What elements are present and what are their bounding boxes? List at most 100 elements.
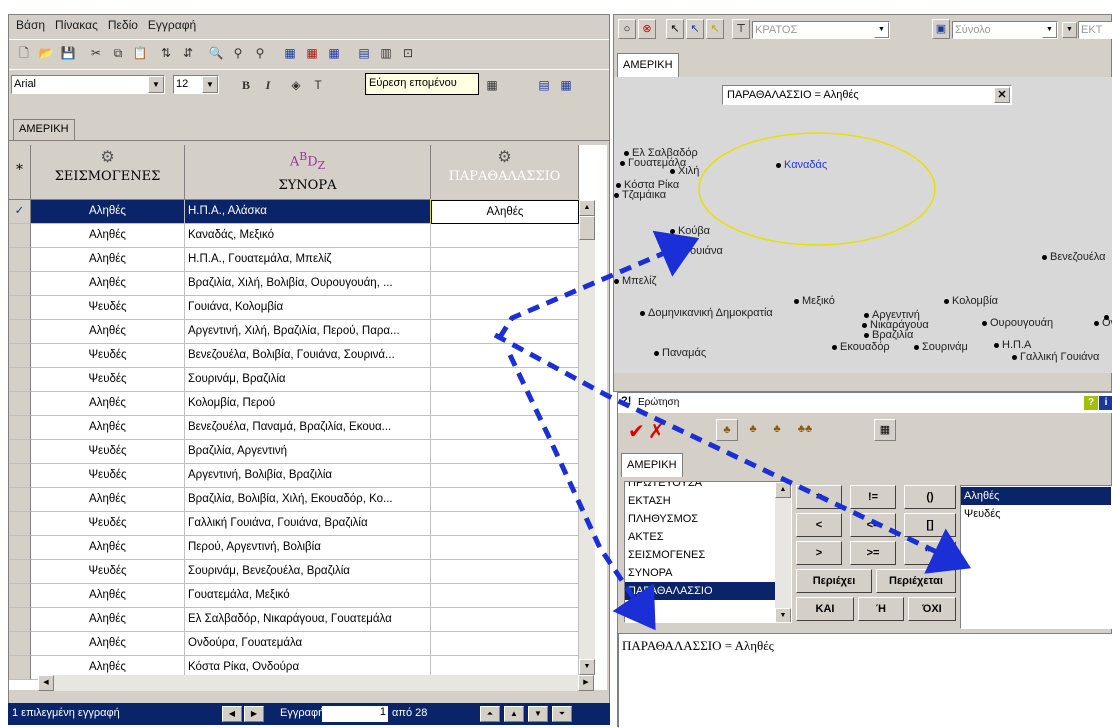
op-less-button[interactable]: <	[796, 513, 842, 537]
cell-seismogenes[interactable]: Αληθές	[31, 416, 185, 440]
layer-icon[interactable]: ⊤	[732, 19, 750, 39]
value-false[interactable]: Ψευδές	[961, 505, 1111, 523]
scroll-up-icon[interactable]: ▲	[579, 200, 595, 216]
op-bracket-button[interactable]: []	[904, 513, 956, 537]
grid-icon[interactable]: ▤	[355, 44, 373, 62]
map-city-label[interactable]: Γαλλική Γουιάνα	[1012, 351, 1099, 363]
map-city-label[interactable]: Δομηνικανική Δημοκρατία	[640, 307, 773, 319]
cell-synora[interactable]: Γουιάνα, Κολομβία	[185, 296, 431, 320]
tab-america-query[interactable]: ΑΜΕΡΙΚΗ	[621, 453, 683, 477]
select-icon[interactable]: ↖	[686, 19, 704, 39]
cell-parathalassio[interactable]	[431, 440, 579, 464]
form-view-icon[interactable]: ▦	[557, 76, 575, 94]
bag-multi-icon[interactable]: ♣♣	[790, 419, 820, 441]
cell-synora[interactable]: Κολομβία, Περού	[185, 392, 431, 416]
row-selector[interactable]	[9, 296, 31, 320]
op-paren-button[interactable]: ()	[904, 485, 956, 509]
cell-parathalassio[interactable]	[431, 632, 579, 656]
cut-icon[interactable]: ✂	[87, 44, 105, 62]
header-synora[interactable]: ABDZ ΣΥΝΟΡΑ	[185, 145, 431, 200]
scroll-up-icon[interactable]: ▲	[775, 482, 791, 498]
scroll-thumb[interactable]	[579, 216, 595, 240]
pointer-icon[interactable]: ↖	[666, 19, 684, 39]
font-select[interactable]: Arial ▼	[11, 75, 165, 94]
map-city-label[interactable]: Γουιάνα	[676, 245, 723, 257]
cell-seismogenes[interactable]: Αληθές	[31, 584, 185, 608]
properties-icon[interactable]: ⊡	[399, 44, 417, 62]
not-button[interactable]: ΌΧΙ	[908, 597, 956, 621]
form-icon[interactable]: ▥	[377, 44, 395, 62]
cell-parathalassio[interactable]	[431, 416, 579, 440]
cell-parathalassio[interactable]	[431, 368, 579, 392]
cell-synora[interactable]: Αργεντινή, Χιλή, Βραζιλία, Περού, Παρα..…	[185, 320, 431, 344]
grid-view-icon[interactable]: ▤	[535, 76, 553, 94]
cell-synora[interactable]: Βενεζουέλα, Παναμά, Βραζιλία, Εκουα...	[185, 416, 431, 440]
zoom-icon[interactable]: ○	[618, 19, 636, 39]
row-selector[interactable]	[9, 536, 31, 560]
row-selector[interactable]	[9, 248, 31, 272]
cell-seismogenes[interactable]: Ψευδές	[31, 512, 185, 536]
menu-record[interactable]: Εγγραφή	[143, 15, 201, 37]
row-selector[interactable]	[9, 368, 31, 392]
and-button[interactable]: ΚΑΙ	[796, 597, 854, 621]
cell-seismogenes[interactable]: Αληθές	[31, 200, 185, 224]
cell-seismogenes[interactable]: Αληθές	[31, 488, 185, 512]
cell-parathalassio[interactable]	[431, 536, 579, 560]
field-item[interactable]: ΣΥΝΟΡΑ	[625, 564, 775, 582]
map-city-label[interactable]: Χιλή	[670, 165, 699, 177]
value-true[interactable]: Αληθές	[961, 487, 1111, 505]
save-icon[interactable]: 💾	[59, 44, 77, 62]
cell-parathalassio[interactable]	[431, 488, 579, 512]
bag-icon[interactable]: ♣	[716, 419, 738, 441]
cell-seismogenes[interactable]: Αληθές	[31, 392, 185, 416]
bag-remove-icon[interactable]: ♣	[766, 419, 788, 441]
contains-button[interactable]: Περιέχει	[796, 569, 872, 593]
header-seismogenes[interactable]: ⚙ ΣΕΙΣΜΟΓΕΝΕΣ	[31, 145, 185, 200]
info-icon[interactable]: i	[1099, 396, 1112, 410]
row-selector[interactable]	[9, 416, 31, 440]
cell-parathalassio[interactable]	[431, 560, 579, 584]
cell-seismogenes[interactable]: Αληθές	[31, 536, 185, 560]
map-city-label[interactable]: Βενεζουέλα	[1042, 251, 1106, 263]
apply-icon[interactable]: ✔	[628, 419, 645, 444]
last-icon[interactable]: ⏷	[552, 706, 572, 722]
ekt-select[interactable]: ΕΚΤ	[1078, 21, 1112, 39]
binoculars-next-icon[interactable]: ⚲	[251, 44, 269, 62]
find-icon[interactable]: 🔍	[207, 44, 225, 62]
tab-america-map[interactable]: ΑΜΕΡΙΚΗ	[617, 53, 679, 77]
table-icon[interactable]: ▦	[483, 76, 501, 94]
menu-field[interactable]: Πεδίο	[103, 15, 143, 37]
up-icon[interactable]: ▲	[504, 706, 524, 722]
font-size-select[interactable]: 12 ▼	[173, 75, 219, 94]
row-selector[interactable]	[9, 608, 31, 632]
cell-seismogenes[interactable]: Ψευδές	[31, 368, 185, 392]
bold-icon[interactable]: B	[237, 76, 255, 94]
cell-parathalassio[interactable]	[431, 608, 579, 632]
horizontal-scrollbar[interactable]: ◀ ▶	[38, 675, 594, 691]
scroll-down-icon[interactable]: ▼	[579, 659, 595, 675]
cell-parathalassio[interactable]	[431, 512, 579, 536]
cell-seismogenes[interactable]: Ψευδές	[31, 344, 185, 368]
help-icon[interactable]: ?	[1084, 396, 1098, 410]
sort-asc-icon[interactable]: ⇅	[157, 44, 175, 62]
cell-seismogenes[interactable]: Ψευδές	[31, 560, 185, 584]
cell-synora[interactable]: Ελ Σαλβαδόρ, Νικαράγουα, Γουατεμάλα	[185, 608, 431, 632]
cell-seismogenes[interactable]: Ψευδές	[31, 440, 185, 464]
filter-icon[interactable]: ▦	[281, 44, 299, 62]
chevron-down-icon[interactable]: ▼	[874, 22, 889, 38]
row-selector[interactable]	[9, 272, 31, 296]
table-view-icon[interactable]: ▦	[874, 419, 896, 441]
row-selector[interactable]	[9, 512, 31, 536]
map-city-label[interactable]: Μεξικό	[794, 295, 835, 307]
row-selector[interactable]	[9, 560, 31, 584]
op-greater-eq-button[interactable]: >=	[850, 541, 896, 565]
map-city-label[interactable]: Εκουαδόρ	[832, 341, 890, 353]
scroll-down-icon[interactable]: ▼	[775, 608, 791, 622]
scroll-right-icon[interactable]: ▶	[578, 675, 594, 691]
value-list[interactable]: Αληθές Ψευδές	[960, 485, 1112, 629]
sort-desc-icon[interactable]: ⇵	[179, 44, 197, 62]
field-item[interactable]: ΠΡΩΤΕΥΟΥΣΑ	[625, 482, 775, 492]
map-city-label[interactable]: Βραζιλία	[864, 329, 913, 341]
map-city-label[interactable]: Κολομβία	[944, 295, 998, 307]
first-icon[interactable]: ⏶	[480, 706, 500, 722]
